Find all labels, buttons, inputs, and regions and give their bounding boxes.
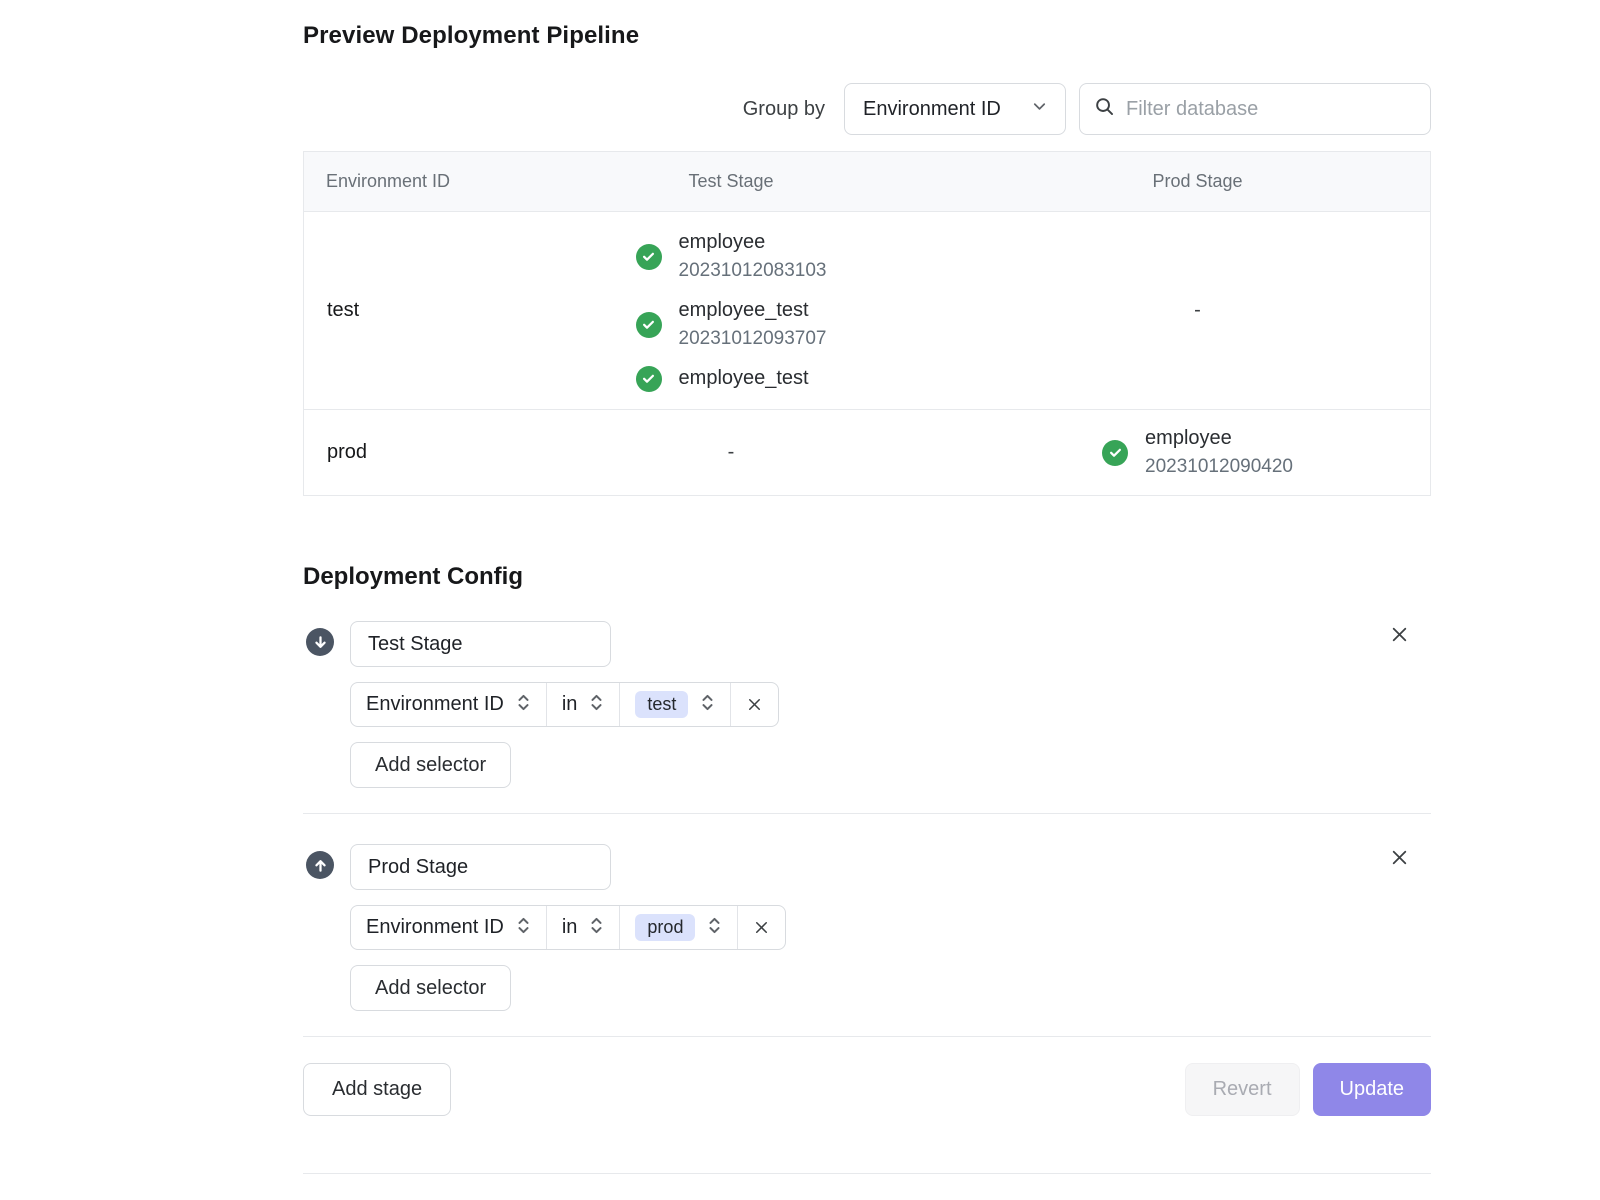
- environment-label: prod: [304, 441, 497, 464]
- remove-selector-icon[interactable]: [737, 906, 785, 949]
- pipeline-table: Environment ID Test Stage Prod Stage tes…: [303, 151, 1431, 496]
- selector-key-value: Environment ID: [366, 916, 504, 939]
- search-icon: [1094, 96, 1115, 122]
- arrow-down-circle-icon: [306, 628, 334, 656]
- group-by-select[interactable]: Environment ID: [844, 83, 1066, 135]
- database-text: employee 20231012090420: [1145, 424, 1293, 481]
- stage-name-input[interactable]: [350, 844, 611, 890]
- database-list: employee 20231012090420: [1102, 424, 1293, 481]
- check-circle-icon: [1102, 440, 1128, 466]
- remove-selector-icon[interactable]: [730, 683, 778, 726]
- column-header-environment: Environment ID: [304, 171, 497, 192]
- check-circle-icon: [636, 244, 662, 270]
- selector-value-select[interactable]: prod: [619, 906, 737, 949]
- empty-stage-dash: -: [1194, 299, 1201, 322]
- config-actions: Add stage Revert Update: [303, 1063, 1431, 1116]
- database-text: employee 20231012083103: [679, 228, 827, 285]
- selector-operator-select[interactable]: in: [546, 906, 620, 949]
- chevrons-up-down-icon: [516, 694, 531, 716]
- table-row-test: test employee 20231012083103: [304, 212, 1430, 409]
- remove-stage-icon[interactable]: [1386, 621, 1412, 647]
- database-item[interactable]: employee 20231012083103: [636, 228, 827, 285]
- chevrons-up-down-icon: [707, 917, 722, 939]
- column-header-prod-stage: Prod Stage: [965, 171, 1430, 192]
- selector-key-select[interactable]: Environment ID: [351, 683, 546, 726]
- remove-stage-icon[interactable]: [1386, 844, 1412, 870]
- chevrons-up-down-icon: [589, 917, 604, 939]
- database-name: employee: [679, 228, 827, 257]
- database-list: employee 20231012083103 employee_test 20…: [636, 228, 827, 393]
- database-version: 20231012083103: [679, 257, 827, 285]
- add-selector-button[interactable]: Add selector: [350, 742, 511, 788]
- right-actions: Revert Update: [1185, 1063, 1431, 1116]
- deployment-config-title: Deployment Config: [303, 563, 1431, 591]
- pipeline-table-header: Environment ID Test Stage Prod Stage: [304, 152, 1430, 212]
- add-selector-button[interactable]: Add selector: [350, 965, 511, 1011]
- test-stage-cell: -: [497, 441, 965, 464]
- database-item[interactable]: employee_test: [636, 364, 809, 393]
- selector-key-select[interactable]: Environment ID: [351, 906, 546, 949]
- database-name: employee: [1145, 424, 1293, 453]
- database-text: employee_test: [679, 364, 809, 393]
- chevrons-up-down-icon: [700, 694, 715, 716]
- database-item[interactable]: employee_test 20231012093707: [636, 296, 827, 353]
- selector-operator-value: in: [562, 693, 578, 716]
- selector-value-select[interactable]: test: [619, 683, 730, 726]
- selector-key-value: Environment ID: [366, 693, 504, 716]
- stage-config-prod: Environment ID in prod: [303, 844, 1431, 1011]
- database-item[interactable]: employee 20231012090420: [1102, 424, 1293, 481]
- add-stage-button[interactable]: Add stage: [303, 1063, 451, 1116]
- database-text: employee_test 20231012093707: [679, 296, 827, 353]
- pipeline-toolbar: Group by Environment ID: [303, 83, 1431, 135]
- check-circle-icon: [636, 312, 662, 338]
- selector-row: Environment ID in test: [350, 682, 779, 727]
- selector-operator-value: in: [562, 916, 578, 939]
- chevrons-up-down-icon: [516, 917, 531, 939]
- bottom-divider: [303, 1173, 1431, 1174]
- empty-stage-dash: -: [728, 441, 735, 464]
- arrow-up-circle-icon: [306, 851, 334, 879]
- actions-divider: [303, 1036, 1431, 1037]
- filter-database-input[interactable]: [1126, 98, 1416, 121]
- database-name: employee_test: [679, 296, 827, 325]
- chevrons-up-down-icon: [589, 694, 604, 716]
- selector-row: Environment ID in prod: [350, 905, 786, 950]
- column-header-test-stage: Test Stage: [497, 171, 965, 192]
- selector-value-tag: prod: [635, 914, 695, 941]
- update-button[interactable]: Update: [1313, 1063, 1432, 1116]
- chevron-down-icon: [1030, 97, 1049, 121]
- group-by-value: Environment ID: [863, 98, 1001, 121]
- test-stage-cell: employee 20231012083103 employee_test 20…: [497, 228, 965, 393]
- revert-button[interactable]: Revert: [1185, 1063, 1300, 1116]
- stage-config-test: Environment ID in test: [303, 621, 1431, 788]
- filter-database-box: [1079, 83, 1431, 135]
- check-circle-icon: [636, 366, 662, 392]
- stage-divider: [303, 813, 1431, 814]
- prod-stage-cell: employee 20231012090420: [965, 424, 1430, 481]
- group-by-label: Group by: [743, 98, 825, 121]
- table-row-prod: prod - employee 20231012090420: [304, 409, 1430, 495]
- main-content: Preview Deployment Pipeline Group by Env…: [303, 0, 1431, 1174]
- prod-stage-cell: -: [965, 299, 1430, 322]
- selector-value-tag: test: [635, 691, 688, 718]
- page-title: Preview Deployment Pipeline: [303, 22, 1431, 50]
- environment-label: test: [304, 299, 497, 322]
- database-name: employee_test: [679, 364, 809, 393]
- selector-operator-select[interactable]: in: [546, 683, 620, 726]
- stage-name-input[interactable]: [350, 621, 611, 667]
- database-version: 20231012093707: [679, 325, 827, 353]
- database-version: 20231012090420: [1145, 453, 1293, 481]
